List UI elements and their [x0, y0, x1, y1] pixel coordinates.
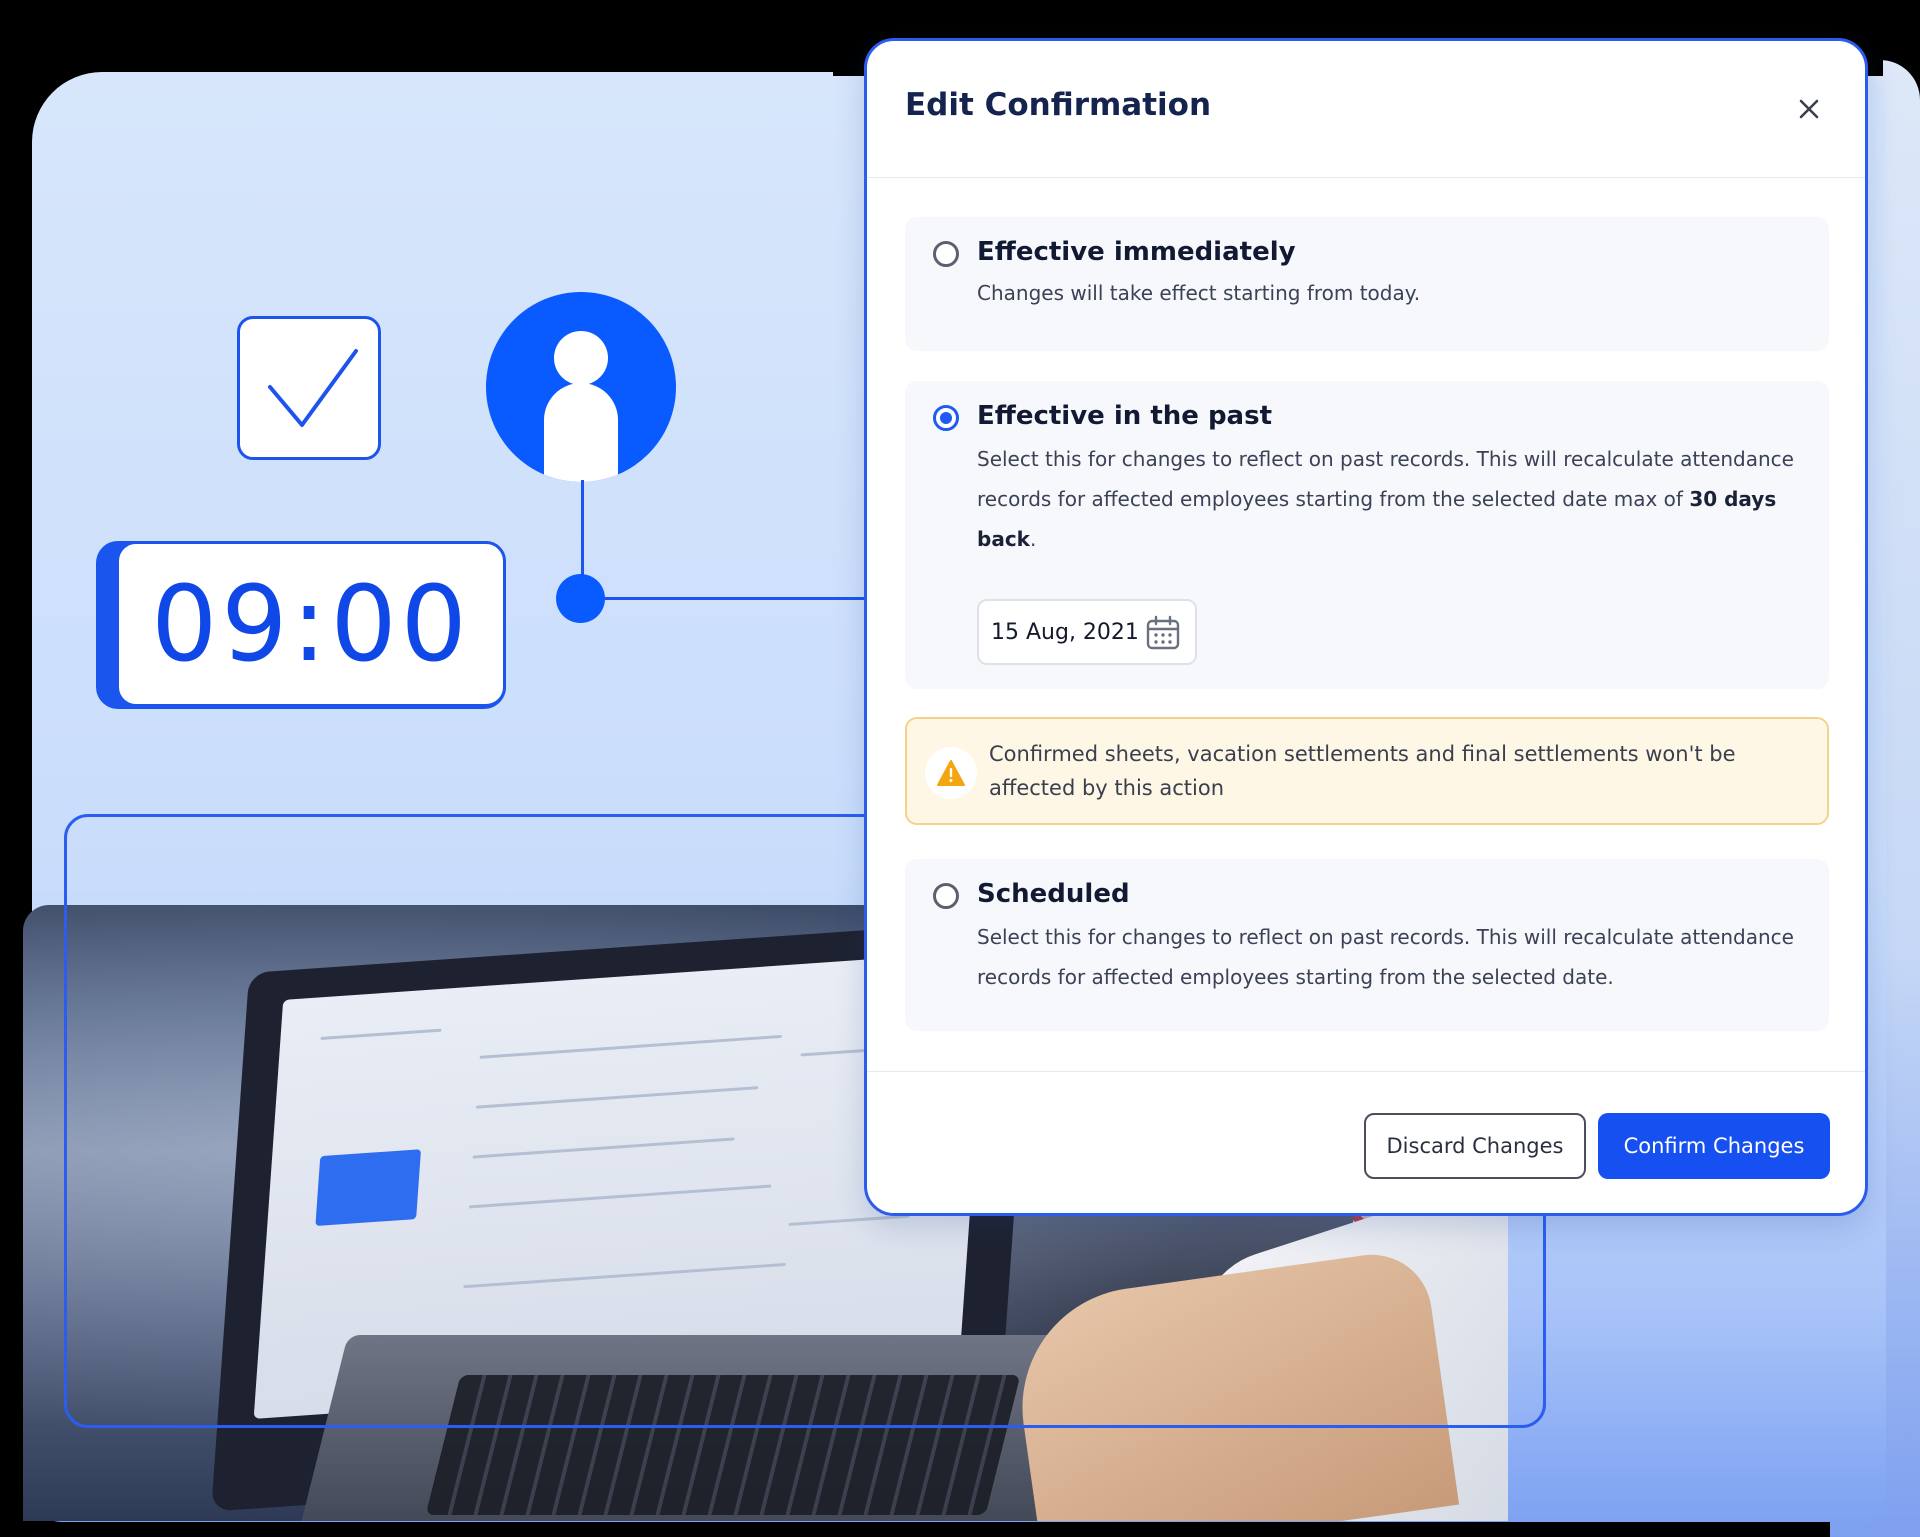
- option-title: Effective immediately: [977, 237, 1296, 267]
- radio-effective-immediately[interactable]: [933, 241, 959, 267]
- description-suffix: .: [1029, 527, 1037, 551]
- description-text: Select this for changes to reflect on pa…: [977, 447, 1794, 511]
- modal-title: Edit Confirmation: [905, 87, 1212, 123]
- option-description: Changes will take effect starting from t…: [977, 281, 1421, 305]
- connector-dot: [556, 574, 605, 623]
- clock-card: 09:00: [116, 541, 506, 707]
- modal-header: Edit Confirmation: [867, 41, 1865, 178]
- option-description: Select this for changes to reflect on pa…: [977, 925, 1794, 989]
- user-glyph: [544, 331, 618, 482]
- clock-time: 09:00: [151, 563, 471, 685]
- edit-confirmation-modal: Edit Confirmation Effective immediately …: [864, 38, 1868, 1216]
- close-icon: [1799, 99, 1819, 119]
- option-effective-in-past[interactable]: Effective in the past Select this for ch…: [905, 381, 1829, 689]
- checkmark-glyph: [268, 349, 358, 427]
- checkmark-icon: [237, 316, 381, 460]
- connector-line: [582, 597, 872, 600]
- warning-glyph: [937, 760, 965, 786]
- option-title: Effective in the past: [977, 401, 1273, 431]
- option-scheduled[interactable]: Scheduled Select this for changes to ref…: [905, 859, 1829, 1031]
- user-avatar-icon: [486, 292, 676, 482]
- option-description: Select this for changes to reflect on pa…: [977, 439, 1807, 559]
- option-effective-immediately[interactable]: Effective immediately Changes will take …: [905, 217, 1829, 351]
- warning-text: Confirmed sheets, vacation settlements a…: [989, 742, 1736, 800]
- date-value: 15 Aug, 2021: [991, 619, 1139, 645]
- warning-icon: [925, 747, 977, 799]
- warning-banner: Confirmed sheets, vacation settlements a…: [905, 717, 1829, 825]
- confirm-changes-button[interactable]: Confirm Changes: [1598, 1113, 1830, 1179]
- option-title: Scheduled: [977, 879, 1130, 909]
- footer-divider: [867, 1071, 1865, 1072]
- close-button[interactable]: [1791, 91, 1827, 127]
- radio-effective-in-past[interactable]: [933, 405, 959, 431]
- date-picker-input[interactable]: 15 Aug, 2021: [977, 599, 1197, 665]
- radio-scheduled[interactable]: [933, 883, 959, 909]
- calendar-icon[interactable]: [1145, 615, 1181, 651]
- stage: 09:00 Edit Confirmation Effective immedi…: [0, 0, 1920, 1537]
- discard-changes-button[interactable]: Discard Changes: [1364, 1113, 1586, 1179]
